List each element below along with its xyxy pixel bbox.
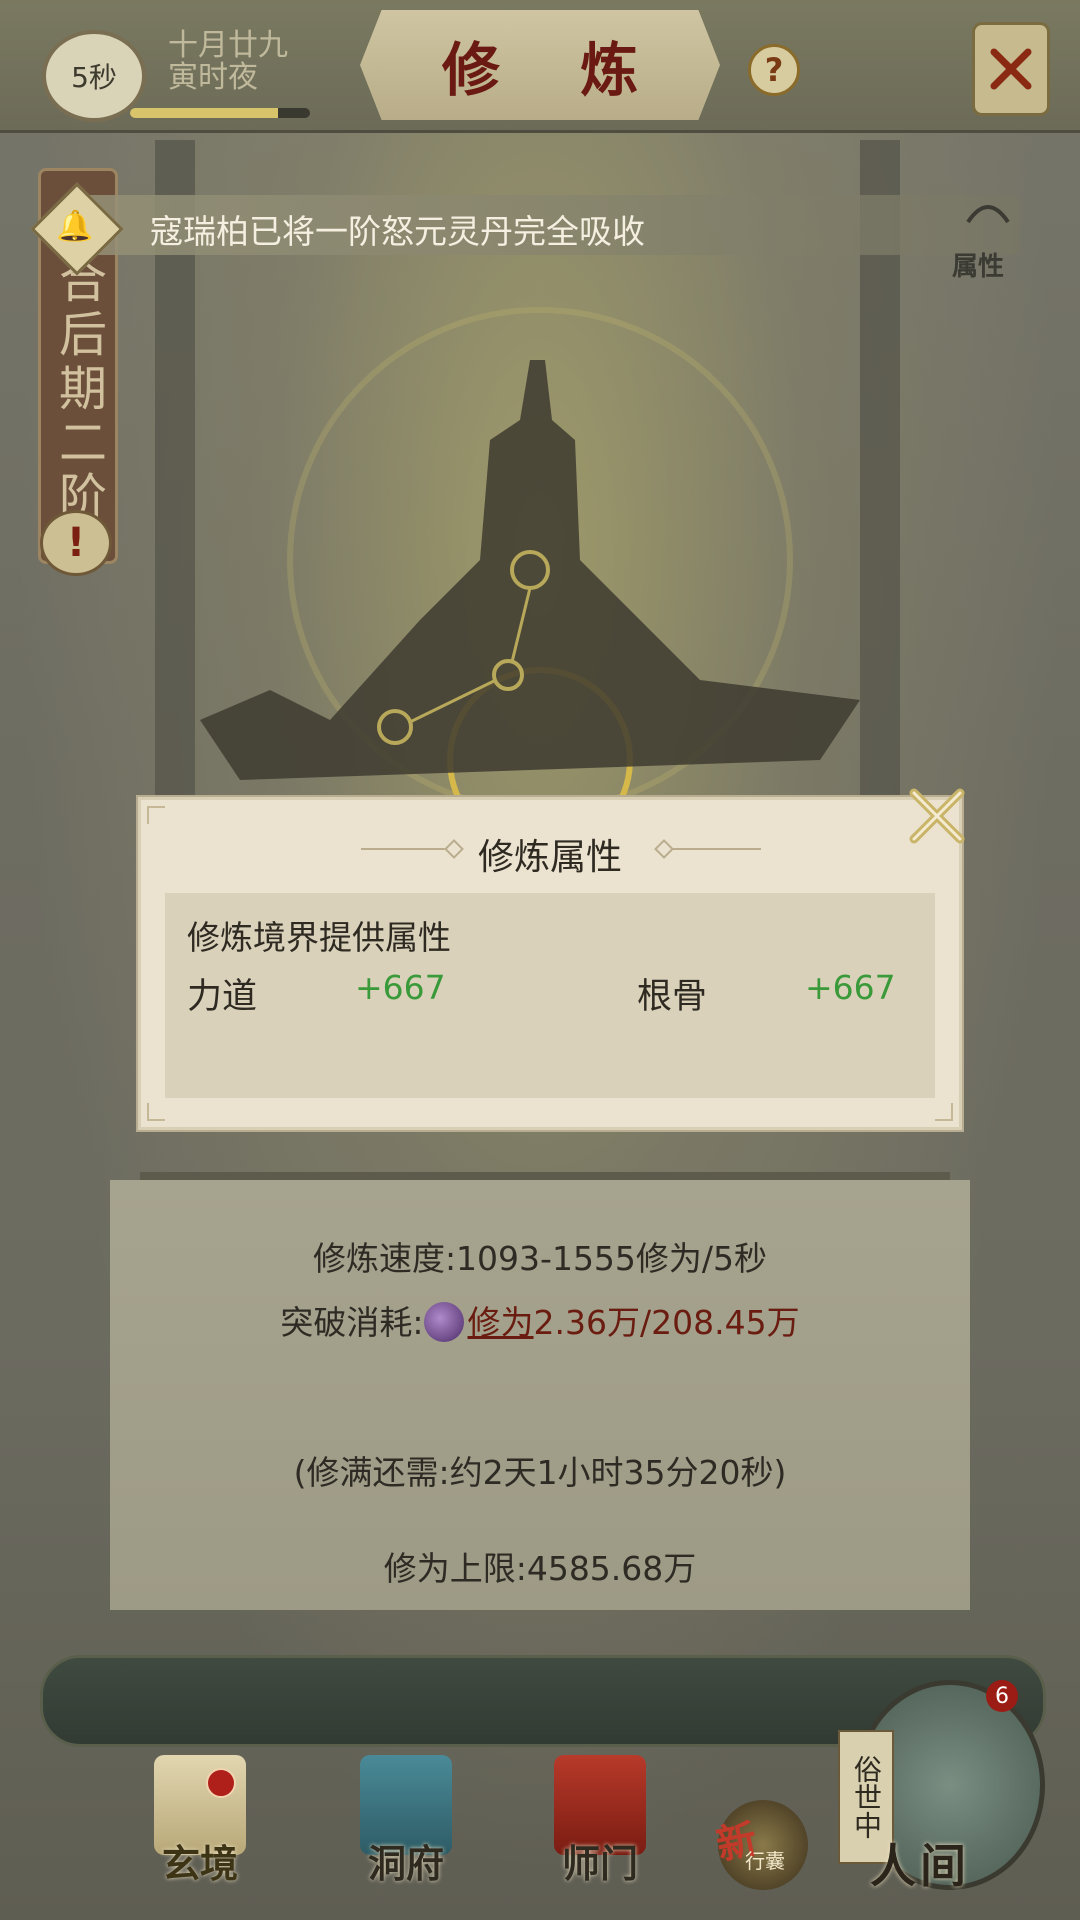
top-bar: 5秒 十月廿九 寅时夜 修 炼 ? bbox=[0, 0, 1080, 133]
crossed-close-icon bbox=[990, 48, 1032, 90]
attr-name-gengu: 根骨 bbox=[637, 977, 708, 1017]
timer-text: 5秒 bbox=[71, 61, 117, 94]
cultivation-speed: 修炼速度:1093-1555修为/5秒 bbox=[312, 1239, 768, 1278]
bag-label: 行囊 bbox=[745, 1849, 785, 1873]
cost-total: /208.45万 bbox=[640, 1303, 800, 1342]
nav-xuanjing-label: 玄境 bbox=[161, 1841, 238, 1886]
attributes-modal: 修炼属性 修炼境界提供属性 力道 +667 根骨 +667 bbox=[138, 797, 962, 1130]
close-page-button[interactable] bbox=[972, 22, 1050, 116]
cost-current: 2.36万 bbox=[533, 1303, 640, 1342]
page-title-plate: 修 炼 bbox=[360, 10, 720, 120]
world-count-badge: 6 bbox=[986, 1680, 1018, 1712]
help-button[interactable]: ? bbox=[748, 44, 800, 96]
date-line-1: 十月廿九 bbox=[168, 28, 288, 63]
corner-ornament bbox=[935, 1103, 953, 1121]
attributes-side-label: 属性 bbox=[952, 252, 1005, 282]
world-label: 人间 bbox=[870, 1839, 970, 1893]
modal-close-button[interactable] bbox=[904, 783, 970, 849]
attr-value-lidao: +667 bbox=[355, 968, 446, 1007]
scroll-icon bbox=[966, 205, 1010, 224]
attr-name-lidao: 力道 bbox=[187, 977, 258, 1017]
cycle-progress bbox=[130, 108, 310, 118]
notification-text: 寇瑞柏已将一阶怒元灵丹完全吸收 bbox=[150, 212, 645, 251]
alert-mark: ! bbox=[66, 520, 86, 566]
page-title: 修 炼 bbox=[441, 36, 669, 104]
breakthrough-cost: 突破消耗: 修为2.36万/208.45万 bbox=[0, 1296, 1080, 1344]
cost-label: 突破消耗: bbox=[280, 1303, 424, 1342]
cultivation-orb-icon bbox=[423, 1302, 464, 1342]
nav-dongfu-label: 洞府 bbox=[367, 1841, 444, 1886]
game-date: 十月廿九 寅时夜 bbox=[168, 30, 288, 94]
nav-shimen[interactable]: 师门 bbox=[540, 1755, 660, 1895]
date-line-2: 寅时夜 bbox=[168, 60, 258, 95]
cost-resource-link[interactable]: 修为 bbox=[468, 1303, 534, 1342]
cultivation-limit: 修为上限:4585.68万 bbox=[383, 1549, 697, 1588]
attr-value-gengu: +667 bbox=[805, 968, 896, 1007]
notification-dot bbox=[206, 1768, 236, 1798]
help-icon: ? bbox=[764, 51, 784, 89]
corner-ornament bbox=[147, 1103, 165, 1121]
cycle-progress-fill bbox=[130, 108, 278, 118]
attributes-side-button[interactable]: 属性 bbox=[952, 192, 1018, 282]
nav-dongfu[interactable]: 洞府 bbox=[346, 1755, 466, 1895]
section-heading: 修炼境界提供属性 bbox=[187, 918, 451, 957]
modal-body: 修炼境界提供属性 力道 +667 根骨 +667 bbox=[165, 893, 935, 1098]
nav-shimen-label: 师门 bbox=[561, 1841, 638, 1886]
modal-title: 修炼属性 bbox=[477, 837, 622, 878]
nav-xuanjing[interactable]: 玄境 bbox=[140, 1755, 260, 1895]
time-remaining: (修满还需:约2天1小时35分20秒) bbox=[293, 1453, 787, 1492]
realm-alert-icon[interactable]: ! bbox=[40, 510, 112, 576]
close-icon bbox=[909, 788, 965, 844]
corner-ornament bbox=[147, 806, 165, 824]
cycle-timer: 5秒 bbox=[42, 30, 146, 122]
bell-icon: 🔔 bbox=[56, 208, 94, 244]
title-ornament-right bbox=[671, 848, 761, 850]
